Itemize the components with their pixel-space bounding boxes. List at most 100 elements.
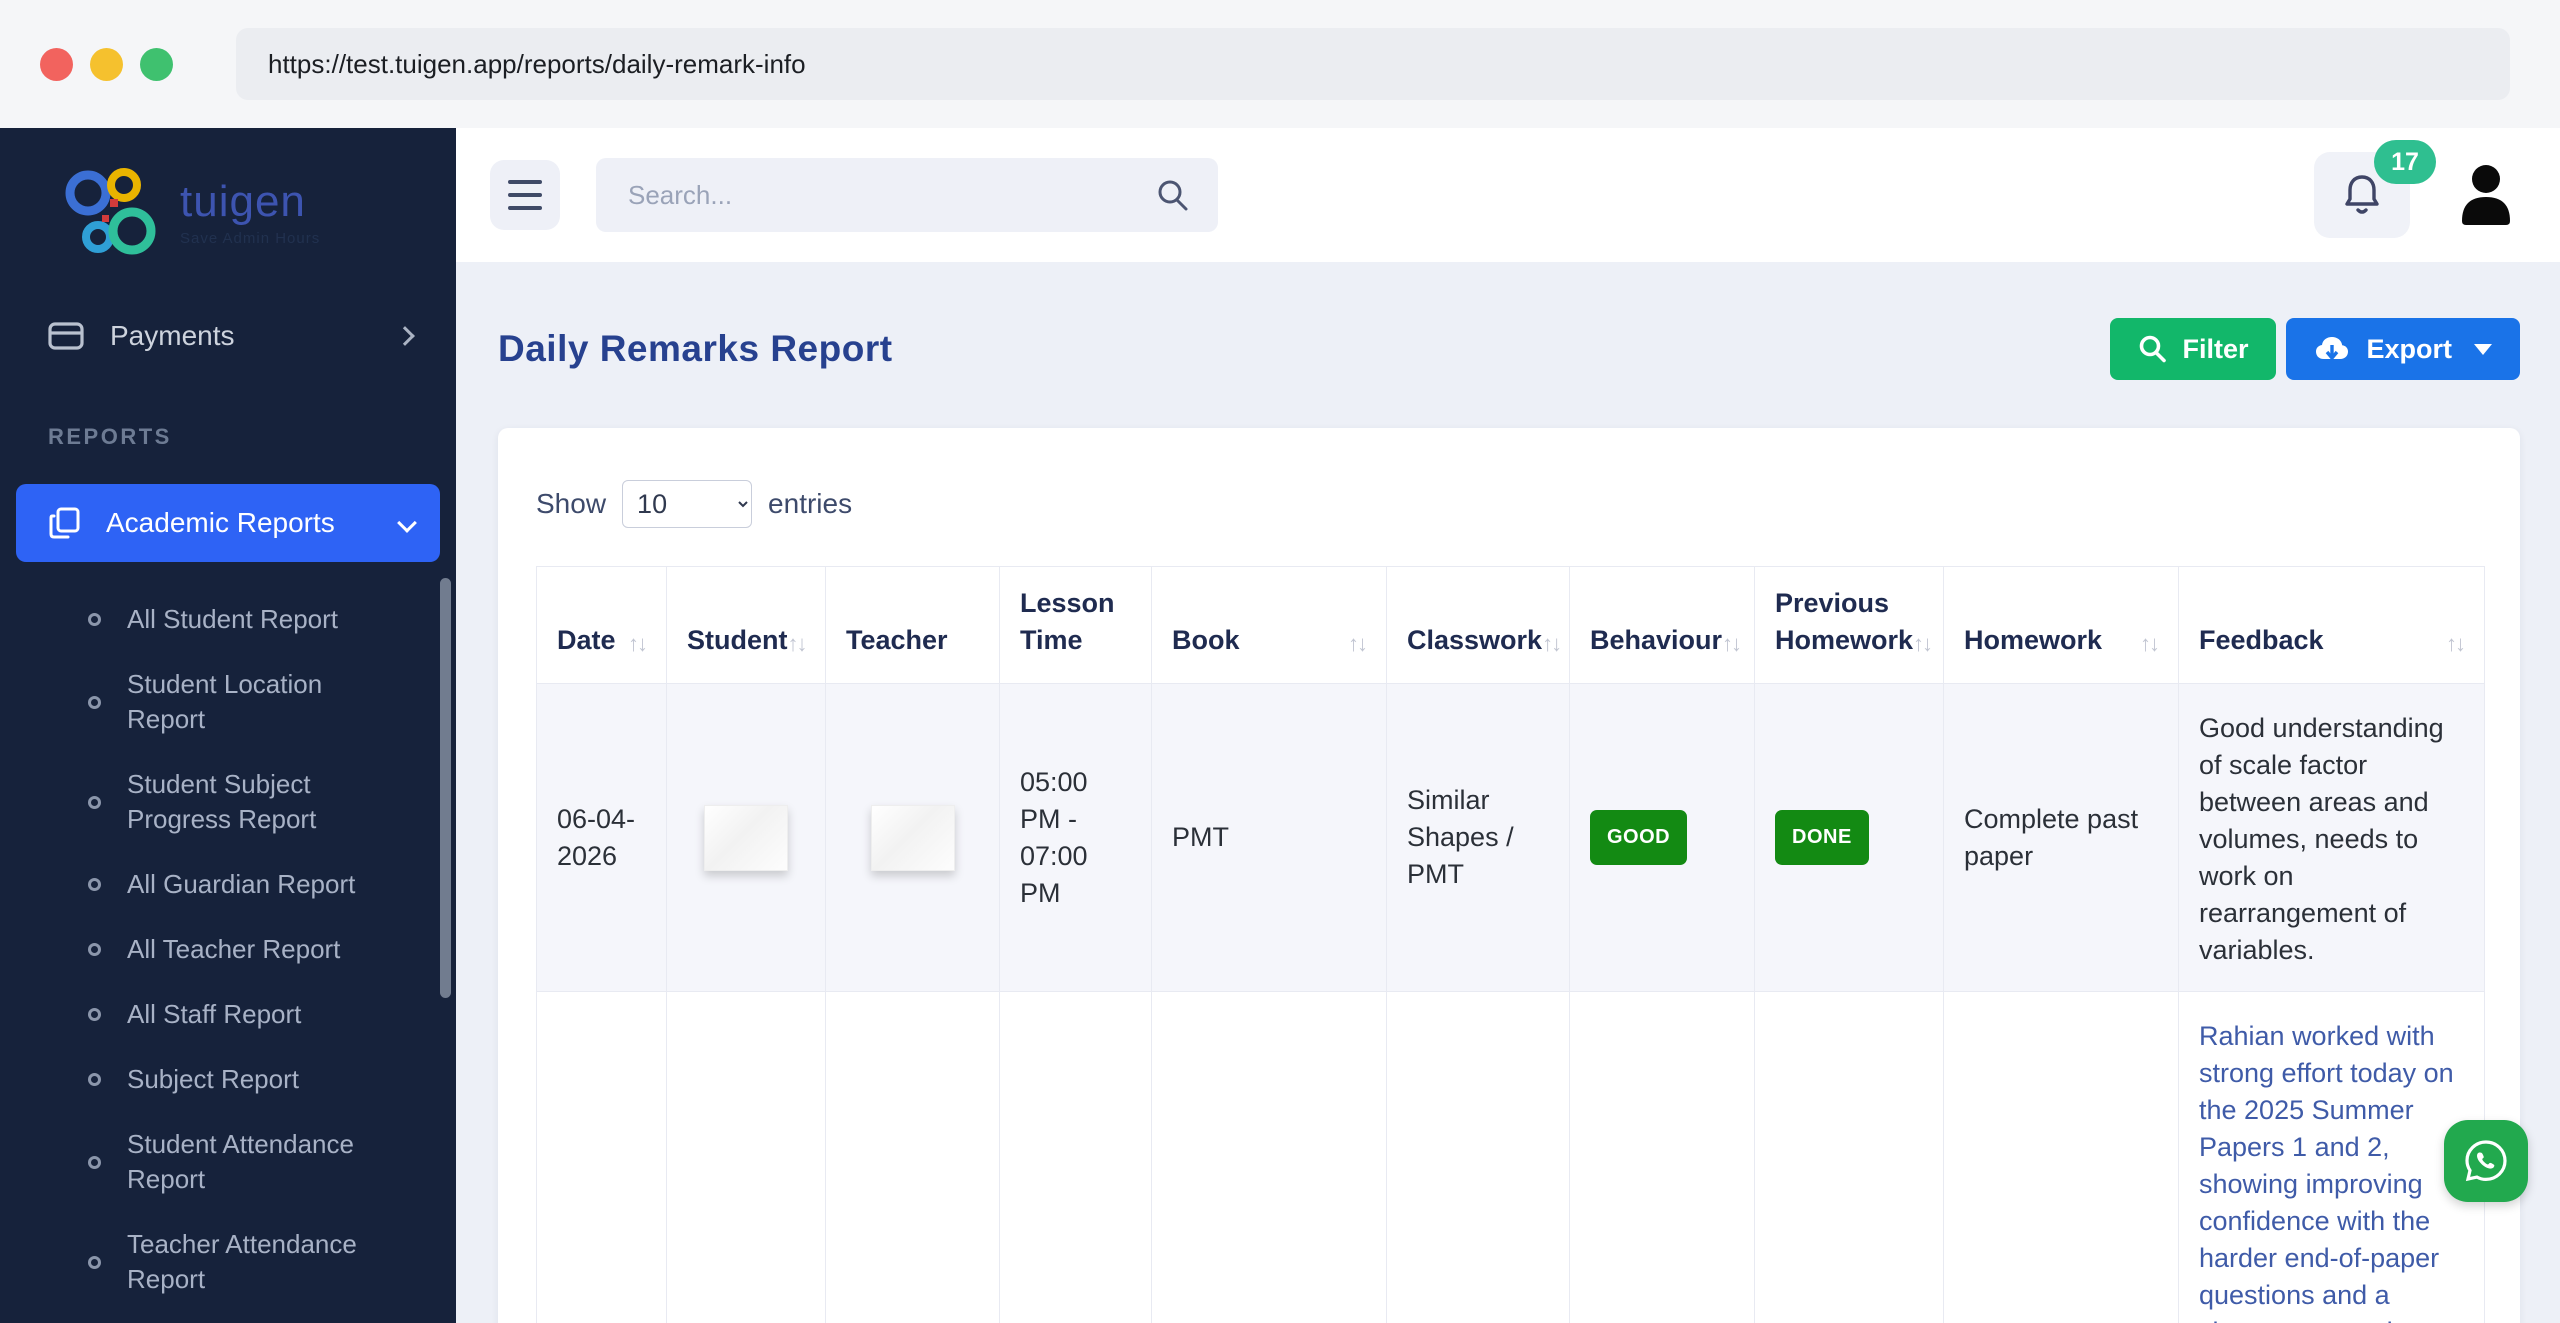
date-cell [536,991,667,1323]
sort-icon[interactable]: ↑↓ [628,631,648,659]
chevron-down-icon [397,513,417,533]
classwork-cell: Similar Shapes / PMT [1386,683,1570,992]
behaviour-status-badge: GOOD [1590,810,1688,865]
brand-name: tuigen [180,176,306,226]
circle-bullet-icon [88,613,101,626]
cloud-download-icon [2316,337,2349,361]
teacher-photo[interactable] [870,804,955,871]
page-size-select[interactable]: 10 [622,480,753,528]
book-cell: PMT [1151,683,1387,992]
column-header-previous-homework[interactable]: Previous Homework ↑↓ [1754,566,1944,684]
show-label: Show [536,488,607,519]
user-avatar[interactable] [2452,159,2520,232]
search-icon [2140,335,2167,363]
browser-chrome: https://test.tuigen.app/reports/daily-re… [0,0,2560,128]
caret-down-icon [2474,343,2492,355]
sidebar-item-payments[interactable]: Payments [0,300,456,372]
sort-icon[interactable]: ↑↓ [2446,631,2466,659]
credit-card-icon [48,322,84,350]
bell-icon [2345,175,2379,214]
student-cell [666,991,826,1323]
column-header-book[interactable]: Book ↑↓ [1151,566,1387,684]
minimize-window-icon[interactable] [90,47,123,81]
search-input[interactable] [596,158,1218,232]
previous-homework-status-badge: DONE [1775,810,1869,865]
brand-tagline: Save Admin Hours [180,229,321,247]
sidebar-item-student-location-report[interactable]: Student Location Report [0,667,456,737]
sort-icon[interactable]: ↑↓ [1913,631,1933,659]
person-icon [2462,164,2510,225]
column-header-date[interactable]: Date ↑↓ [536,566,667,684]
column-header-homework[interactable]: Homework ↑↓ [1943,566,2179,684]
notification-count-badge: 17 [2374,140,2436,184]
sidebar-scrollbar[interactable] [440,578,451,998]
column-header-behaviour[interactable]: Behaviour ↑↓ [1569,566,1755,684]
whatsapp-icon [2465,1140,2507,1182]
feedback-cell: Rahian worked with strong effort today o… [2178,991,2485,1323]
sort-icon[interactable]: ↑↓ [788,631,808,659]
circle-bullet-icon [88,1073,101,1086]
column-header-classwork[interactable]: Classwork ↑↓ [1386,566,1570,684]
circle-bullet-icon [88,1008,101,1021]
sidebar-item-label: Payments [110,320,235,351]
sidebar-item-all-guardian-report[interactable]: All Guardian Report [0,867,456,902]
filter-button-label: Filter [2182,333,2249,364]
copy-pages-icon [49,507,80,539]
column-header-lesson-time: Lesson Time [999,566,1152,684]
menu-toggle-button[interactable] [490,160,560,230]
homework-cell: Complete past paper [1943,683,2179,992]
sidebar-item-academic-reports[interactable]: Academic Reports [16,484,440,562]
page-title: Daily Remarks Report [498,328,893,369]
whatsapp-button[interactable] [2444,1120,2528,1202]
sidebar: tuigen Save Admin Hours Payments REPORTS… [0,128,456,1323]
circle-bullet-icon [88,1155,101,1169]
column-header-feedback[interactable]: Feedback ↑↓ [2178,566,2485,684]
report-card: Show 10 entries Date ↑↓ Student ↑↓ Teach… [498,428,2520,1323]
topbar: 17 [456,128,2560,262]
brand-logo[interactable]: tuigen Save Admin Hours [0,128,456,258]
lesson-time-cell [999,991,1152,1323]
circle-bullet-icon [88,878,101,891]
sort-icon[interactable]: ↑↓ [1542,631,1562,659]
behaviour-cell: GOOD [1569,683,1755,992]
close-window-icon[interactable] [40,47,73,81]
sidebar-item-all-teacher-report[interactable]: All Teacher Report [0,932,456,967]
address-bar[interactable]: https://test.tuigen.app/reports/daily-re… [236,28,2510,100]
previous-homework-cell [1754,991,1944,1323]
export-button-label: Export [2366,333,2452,364]
tuigen-logo-icon [65,168,156,255]
teacher-cell [825,991,1000,1323]
sidebar-item-label: Academic Reports [106,507,335,538]
maximize-window-icon[interactable] [140,47,173,81]
sort-icon[interactable]: ↑↓ [2140,631,2160,659]
entries-label: entries [768,488,853,519]
previous-homework-cell: DONE [1754,683,1944,992]
window-controls [40,47,173,81]
sidebar-item-student-attendance-report[interactable]: Student Attendance Report [0,1127,456,1197]
column-header-student[interactable]: Student ↑↓ [666,566,826,684]
sidebar-item-teacher-attendance-report[interactable]: Teacher Attendance Report [0,1227,456,1297]
behaviour-cell [1569,991,1755,1323]
student-cell [666,683,826,992]
daily-remarks-table: Date ↑↓ Student ↑↓ Teacher Lesson Time Boo… [536,566,2485,1323]
sidebar-item-student-subject-progress-report[interactable]: Student Subject Progress Report [0,767,456,837]
circle-bullet-icon [88,1255,101,1269]
sidebar-item-subject-report[interactable]: Subject Report [0,1062,456,1097]
circle-bullet-icon [88,795,101,809]
column-header-teacher: Teacher [825,566,1000,684]
chevron-right-icon [395,326,415,346]
notifications-button[interactable]: 17 [2314,140,2436,238]
student-photo[interactable] [704,804,788,871]
sort-icon[interactable]: ↑↓ [1722,631,1742,659]
search-icon[interactable] [1156,178,1190,212]
url-text: https://test.tuigen.app/reports/daily-re… [268,48,806,79]
filter-button[interactable]: Filter [2110,318,2277,380]
export-button[interactable]: Export [2286,318,2520,380]
circle-bullet-icon [88,943,101,956]
table-row: 06-04-2026 05:00 PM - 07:00 PM PMT Simil… [536,683,2485,992]
sidebar-item-all-staff-report[interactable]: All Staff Report [0,997,456,1032]
sidebar-item-all-student-report[interactable]: All Student Report [0,602,456,637]
sort-icon[interactable]: ↑↓ [1348,631,1368,659]
classwork-cell [1386,991,1570,1323]
feedback-cell: Good understanding of scale factor betwe… [2178,683,2485,992]
